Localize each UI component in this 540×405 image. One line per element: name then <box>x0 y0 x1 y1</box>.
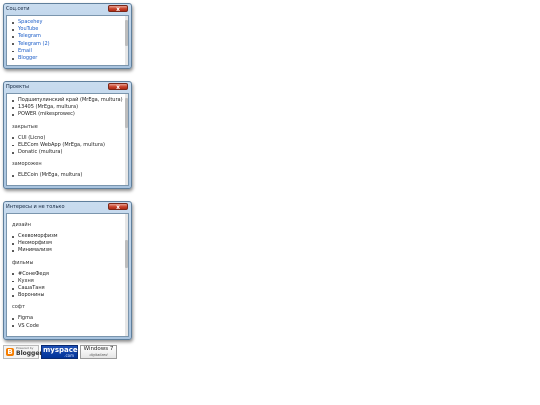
social-scrollbar[interactable] <box>125 16 128 65</box>
social-link-youtube[interactable]: YouTube <box>18 26 38 32</box>
interests-scrollbar[interactable] <box>125 214 128 336</box>
interests-scrollbar-thumb[interactable] <box>125 240 128 268</box>
list-item: Email <box>7 48 128 55</box>
windows7-badge-sub: digitalized <box>89 353 108 357</box>
interests-close-button[interactable]: x <box>108 203 128 211</box>
social-link-spacehey[interactable]: Spacehey <box>18 19 42 25</box>
list-item: Подшипулинский край (MrEga, multura) <box>7 97 128 104</box>
social-window: Соц.сети x Spacehey YouTube Telegram Tel… <box>3 3 132 69</box>
windows7-badge-text: Windows 7 <box>83 346 114 352</box>
interests-design-heading: дизайн <box>12 222 31 228</box>
list-item: #СонеФедя <box>7 271 128 278</box>
projects-closed-list: CUI (Licno) ELECom WebApp (MrEga, multur… <box>7 135 128 157</box>
social-window-title: Соц.сети <box>6 6 30 12</box>
list-item: POWER (mikesprowec) <box>7 111 128 118</box>
list-item: Минимализм <box>7 247 128 254</box>
list-item: СашаТаня <box>7 285 128 292</box>
windows7-badge[interactable]: Windows 7 digitalized <box>80 345 117 359</box>
list-item: Неоморфизм <box>7 240 128 247</box>
blogger-badge-text: Blogger <box>16 350 43 357</box>
projects-active-list: Подшипулинский край (MrEga, multura) 134… <box>7 97 128 119</box>
interests-window-titlebar[interactable]: Интересы и не только x <box>4 202 131 213</box>
list-item: CUI (Licno) <box>7 135 128 142</box>
social-links-list: Spacehey YouTube Telegram Telegram (2) E… <box>7 19 128 62</box>
social-window-content: Spacehey YouTube Telegram Telegram (2) E… <box>6 15 129 66</box>
interests-window-content: дизайн Скевоморфизм Неоморфизм Минимализ… <box>6 213 129 337</box>
myspace-badge-sub: .com <box>64 353 74 358</box>
list-item: Spacehey <box>7 19 128 26</box>
list-item: Blogger <box>7 55 128 62</box>
social-scrollbar-thumb[interactable] <box>125 20 128 46</box>
projects-closed-heading: закрытые <box>12 123 38 130</box>
list-item: 13405 (MrEga, multura) <box>7 104 128 111</box>
projects-close-button[interactable]: x <box>108 83 128 91</box>
interests-soft-list: Figma VS Code <box>7 315 128 329</box>
list-item: VS Code <box>7 323 128 330</box>
list-item: Telegram (2) <box>7 41 128 48</box>
social-link-telegram[interactable]: Telegram <box>18 33 41 39</box>
projects-window-titlebar[interactable]: Проекты x <box>4 82 131 93</box>
list-item: YouTube <box>7 26 128 33</box>
social-window-titlebar[interactable]: Соц.сети x <box>4 4 131 15</box>
projects-window-content: Подшипулинский край (MrEga, multura) 134… <box>6 93 129 186</box>
social-link-blogger[interactable]: Blogger <box>18 55 37 61</box>
blogger-badge[interactable]: B Powered by Blogger <box>3 345 43 359</box>
myspace-badge[interactable]: myspace .com <box>41 345 78 359</box>
projects-frozen-heading: заморожен <box>12 161 42 168</box>
list-item: Figma <box>7 315 128 322</box>
list-item: Donatic (multura) <box>7 149 128 156</box>
interests-films-heading: фильмы <box>12 259 34 266</box>
social-link-telegram-2[interactable]: Telegram (2) <box>18 41 50 47</box>
blogger-logo-icon: B <box>6 348 14 356</box>
social-close-button[interactable]: x <box>108 5 128 13</box>
list-item: Скевоморфизм <box>7 233 128 240</box>
projects-window-title: Проекты <box>6 84 29 90</box>
interests-soft-heading: софт <box>12 304 25 311</box>
list-item: ELECoin (MrEga, multura) <box>7 172 128 179</box>
social-link-email[interactable]: Email <box>18 48 32 54</box>
projects-window: Проекты x Подшипулинский край (MrEga, mu… <box>3 81 132 189</box>
projects-scrollbar-thumb[interactable] <box>125 98 128 128</box>
interests-window: Интересы и не только x дизайн Скевоморфи… <box>3 201 132 340</box>
projects-scrollbar[interactable] <box>125 94 128 185</box>
interests-window-title: Интересы и не только <box>6 204 65 210</box>
projects-frozen-list: ELECoin (MrEga, multura) <box>7 172 128 179</box>
list-item: Telegram <box>7 33 128 40</box>
interests-design-list: Скевоморфизм Неоморфизм Минимализм <box>7 233 128 255</box>
interests-films-list: #СонеФедя Кухня СашаТаня Воронины <box>7 271 128 300</box>
list-item: ELECom WebApp (MrEga, multura) <box>7 142 128 149</box>
list-item: Воронины <box>7 292 128 299</box>
list-item: Кухня <box>7 278 128 285</box>
